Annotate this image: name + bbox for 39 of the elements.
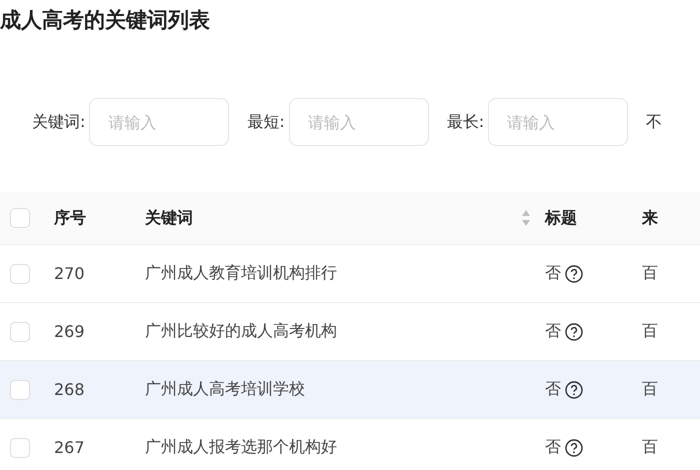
table-row[interactable]: 268 广州成人高考培训学校 否 百 xyxy=(0,361,700,419)
input-field[interactable]: 请输入 xyxy=(89,98,230,146)
table-cell-text: 百 xyxy=(642,379,659,400)
filter-label: 最短: xyxy=(247,112,285,132)
row-checkbox[interactable] xyxy=(10,380,30,400)
table-cell-text: 270 xyxy=(54,264,86,283)
table-cell-text: 268 xyxy=(54,380,86,399)
table-cell: 否 xyxy=(545,437,561,458)
input-field[interactable]: 请输入 xyxy=(488,98,628,146)
table-cell-text: 百 xyxy=(642,263,659,284)
table-cell-text: 百 xyxy=(642,321,659,342)
table-cell: 否 xyxy=(545,379,561,400)
column-header: 来 xyxy=(642,208,659,228)
filter-label: 关键词: xyxy=(32,112,86,132)
table-cell-text: 广州成人教育培训机构排行 xyxy=(145,263,338,284)
help-icon[interactable] xyxy=(565,380,583,398)
column-header: 标题 xyxy=(545,208,578,228)
table-cell: 否 xyxy=(545,321,561,342)
sort-icon[interactable] xyxy=(521,209,531,227)
filter-label: 不 xyxy=(646,112,662,132)
column-header: 关键词 xyxy=(145,208,193,228)
help-icon[interactable] xyxy=(565,438,583,456)
filter-label: 最长: xyxy=(446,112,484,132)
select-all-checkbox[interactable] xyxy=(10,208,30,228)
row-checkbox[interactable] xyxy=(10,438,30,458)
table-cell-text: 百 xyxy=(642,437,659,458)
table-cell-text: 广州比较好的成人高考机构 xyxy=(145,321,338,342)
help-icon[interactable] xyxy=(565,264,583,282)
page-title: 成人高考的关键词列表 xyxy=(0,7,211,34)
table-cell-text: 267 xyxy=(54,438,86,457)
row-checkbox[interactable] xyxy=(10,264,30,284)
table-cell-text: 广州成人高考培训学校 xyxy=(145,379,306,400)
table-cell: 否 xyxy=(545,263,561,284)
help-icon[interactable] xyxy=(565,322,583,340)
row-checkbox[interactable] xyxy=(10,322,30,342)
table-cell-text: 广州成人报考选那个机构好 xyxy=(145,437,338,458)
input-field[interactable]: 请输入 xyxy=(288,98,429,146)
column-header: 序号 xyxy=(54,208,87,228)
table-cell-text: 269 xyxy=(54,322,86,341)
